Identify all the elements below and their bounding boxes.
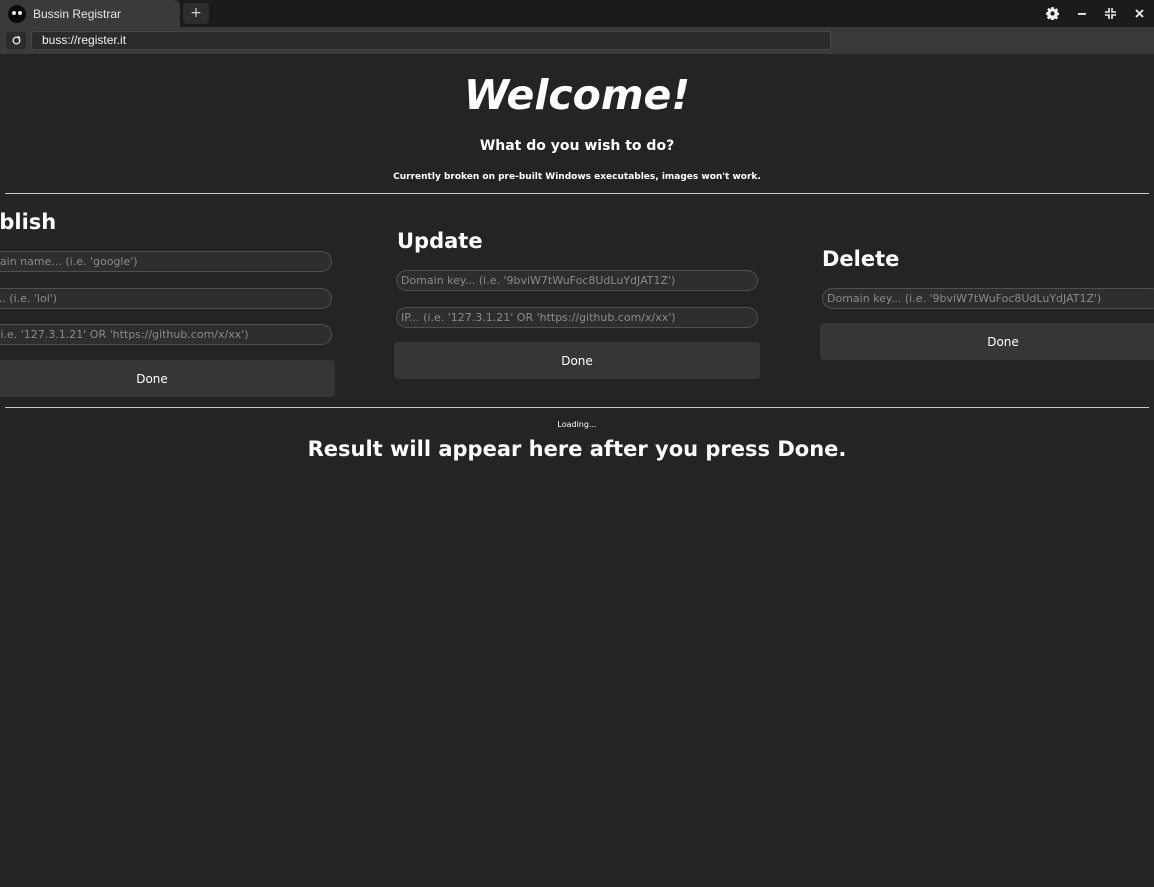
restore-button[interactable] [1096, 0, 1125, 27]
tab-title: Bussin Registrar [33, 6, 122, 21]
result-text: Result will appear here after you press … [307, 437, 847, 461]
update-heading: Update [397, 229, 483, 253]
publish-ip-input[interactable] [0, 324, 332, 345]
domain-name-input[interactable] [0, 251, 332, 272]
gear-icon [1046, 7, 1059, 20]
publish-heading: Publish [0, 210, 57, 234]
url-bar[interactable]: buss://register.it [31, 31, 831, 50]
reload-icon [11, 35, 21, 45]
tab-bar: Bussin Registrar + [0, 0, 1154, 27]
minimize-icon [1077, 12, 1086, 15]
restore-icon [1105, 8, 1116, 19]
delete-section: Delete Done [820, 247, 1154, 361]
update-done-button[interactable]: Done [394, 342, 760, 379]
close-icon [1135, 9, 1144, 18]
delete-heading: Delete [822, 247, 900, 271]
page-title: Welcome! [463, 71, 691, 119]
new-tab-button[interactable]: + [183, 3, 209, 24]
tld-input[interactable] [0, 288, 332, 309]
update-section: Update Done [394, 229, 760, 381]
nav-bar: buss://register.it [0, 27, 1154, 54]
delete-done-button[interactable]: Done [820, 323, 1154, 360]
close-button[interactable] [1125, 0, 1154, 27]
bussin-face-icon [8, 4, 26, 23]
reload-button[interactable] [6, 32, 26, 49]
update-domain-key-input[interactable] [396, 270, 758, 291]
top-divider [5, 193, 1149, 194]
minimize-button[interactable] [1067, 0, 1096, 27]
tab-bussin-registrar[interactable]: Bussin Registrar [0, 0, 180, 27]
loading-text: Loading... [557, 420, 597, 429]
delete-domain-key-input[interactable] [822, 288, 1154, 309]
update-ip-input[interactable] [396, 307, 758, 328]
publish-section: Publish Done [0, 210, 335, 400]
page-subtitle: What do you wish to do? [479, 138, 675, 154]
publish-done-button[interactable]: Done [0, 360, 335, 397]
url-text: buss://register.it [42, 33, 127, 47]
page-content: Welcome! What do you wish to do? Current… [0, 54, 1154, 887]
bottom-divider [5, 407, 1149, 408]
broken-notice: Currently broken on pre-built Windows ex… [393, 172, 761, 182]
settings-button[interactable] [1038, 0, 1067, 27]
window-controls [1038, 0, 1154, 27]
